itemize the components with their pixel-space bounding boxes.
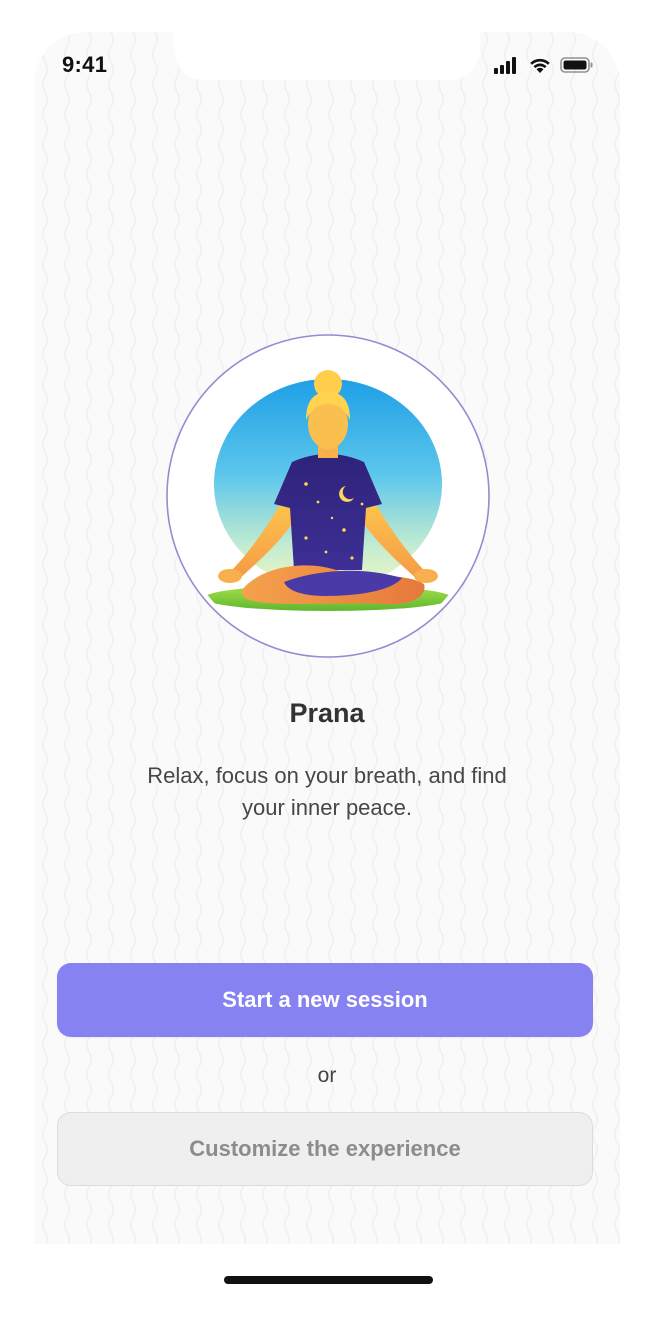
app-description: Relax, focus on your breath, and find yo… xyxy=(147,763,507,820)
status-icons xyxy=(494,56,594,79)
battery-icon xyxy=(560,56,594,79)
status-time: 9:41 xyxy=(62,52,108,77)
phone-screen: 9:41 Prana Relax, focus on your breath, … xyxy=(34,32,620,1244)
wifi-icon xyxy=(528,56,552,79)
customize-experience-button[interactable]: Customize the experience xyxy=(57,1112,593,1186)
home-indicator[interactable] xyxy=(224,1276,433,1284)
meditation-illustration xyxy=(166,334,490,658)
signal-icon xyxy=(494,56,520,79)
start-session-button[interactable]: Start a new session xyxy=(57,963,593,1037)
device-notch xyxy=(174,32,480,80)
app-title: Prana xyxy=(289,698,365,728)
or-separator: or xyxy=(317,1064,337,1087)
